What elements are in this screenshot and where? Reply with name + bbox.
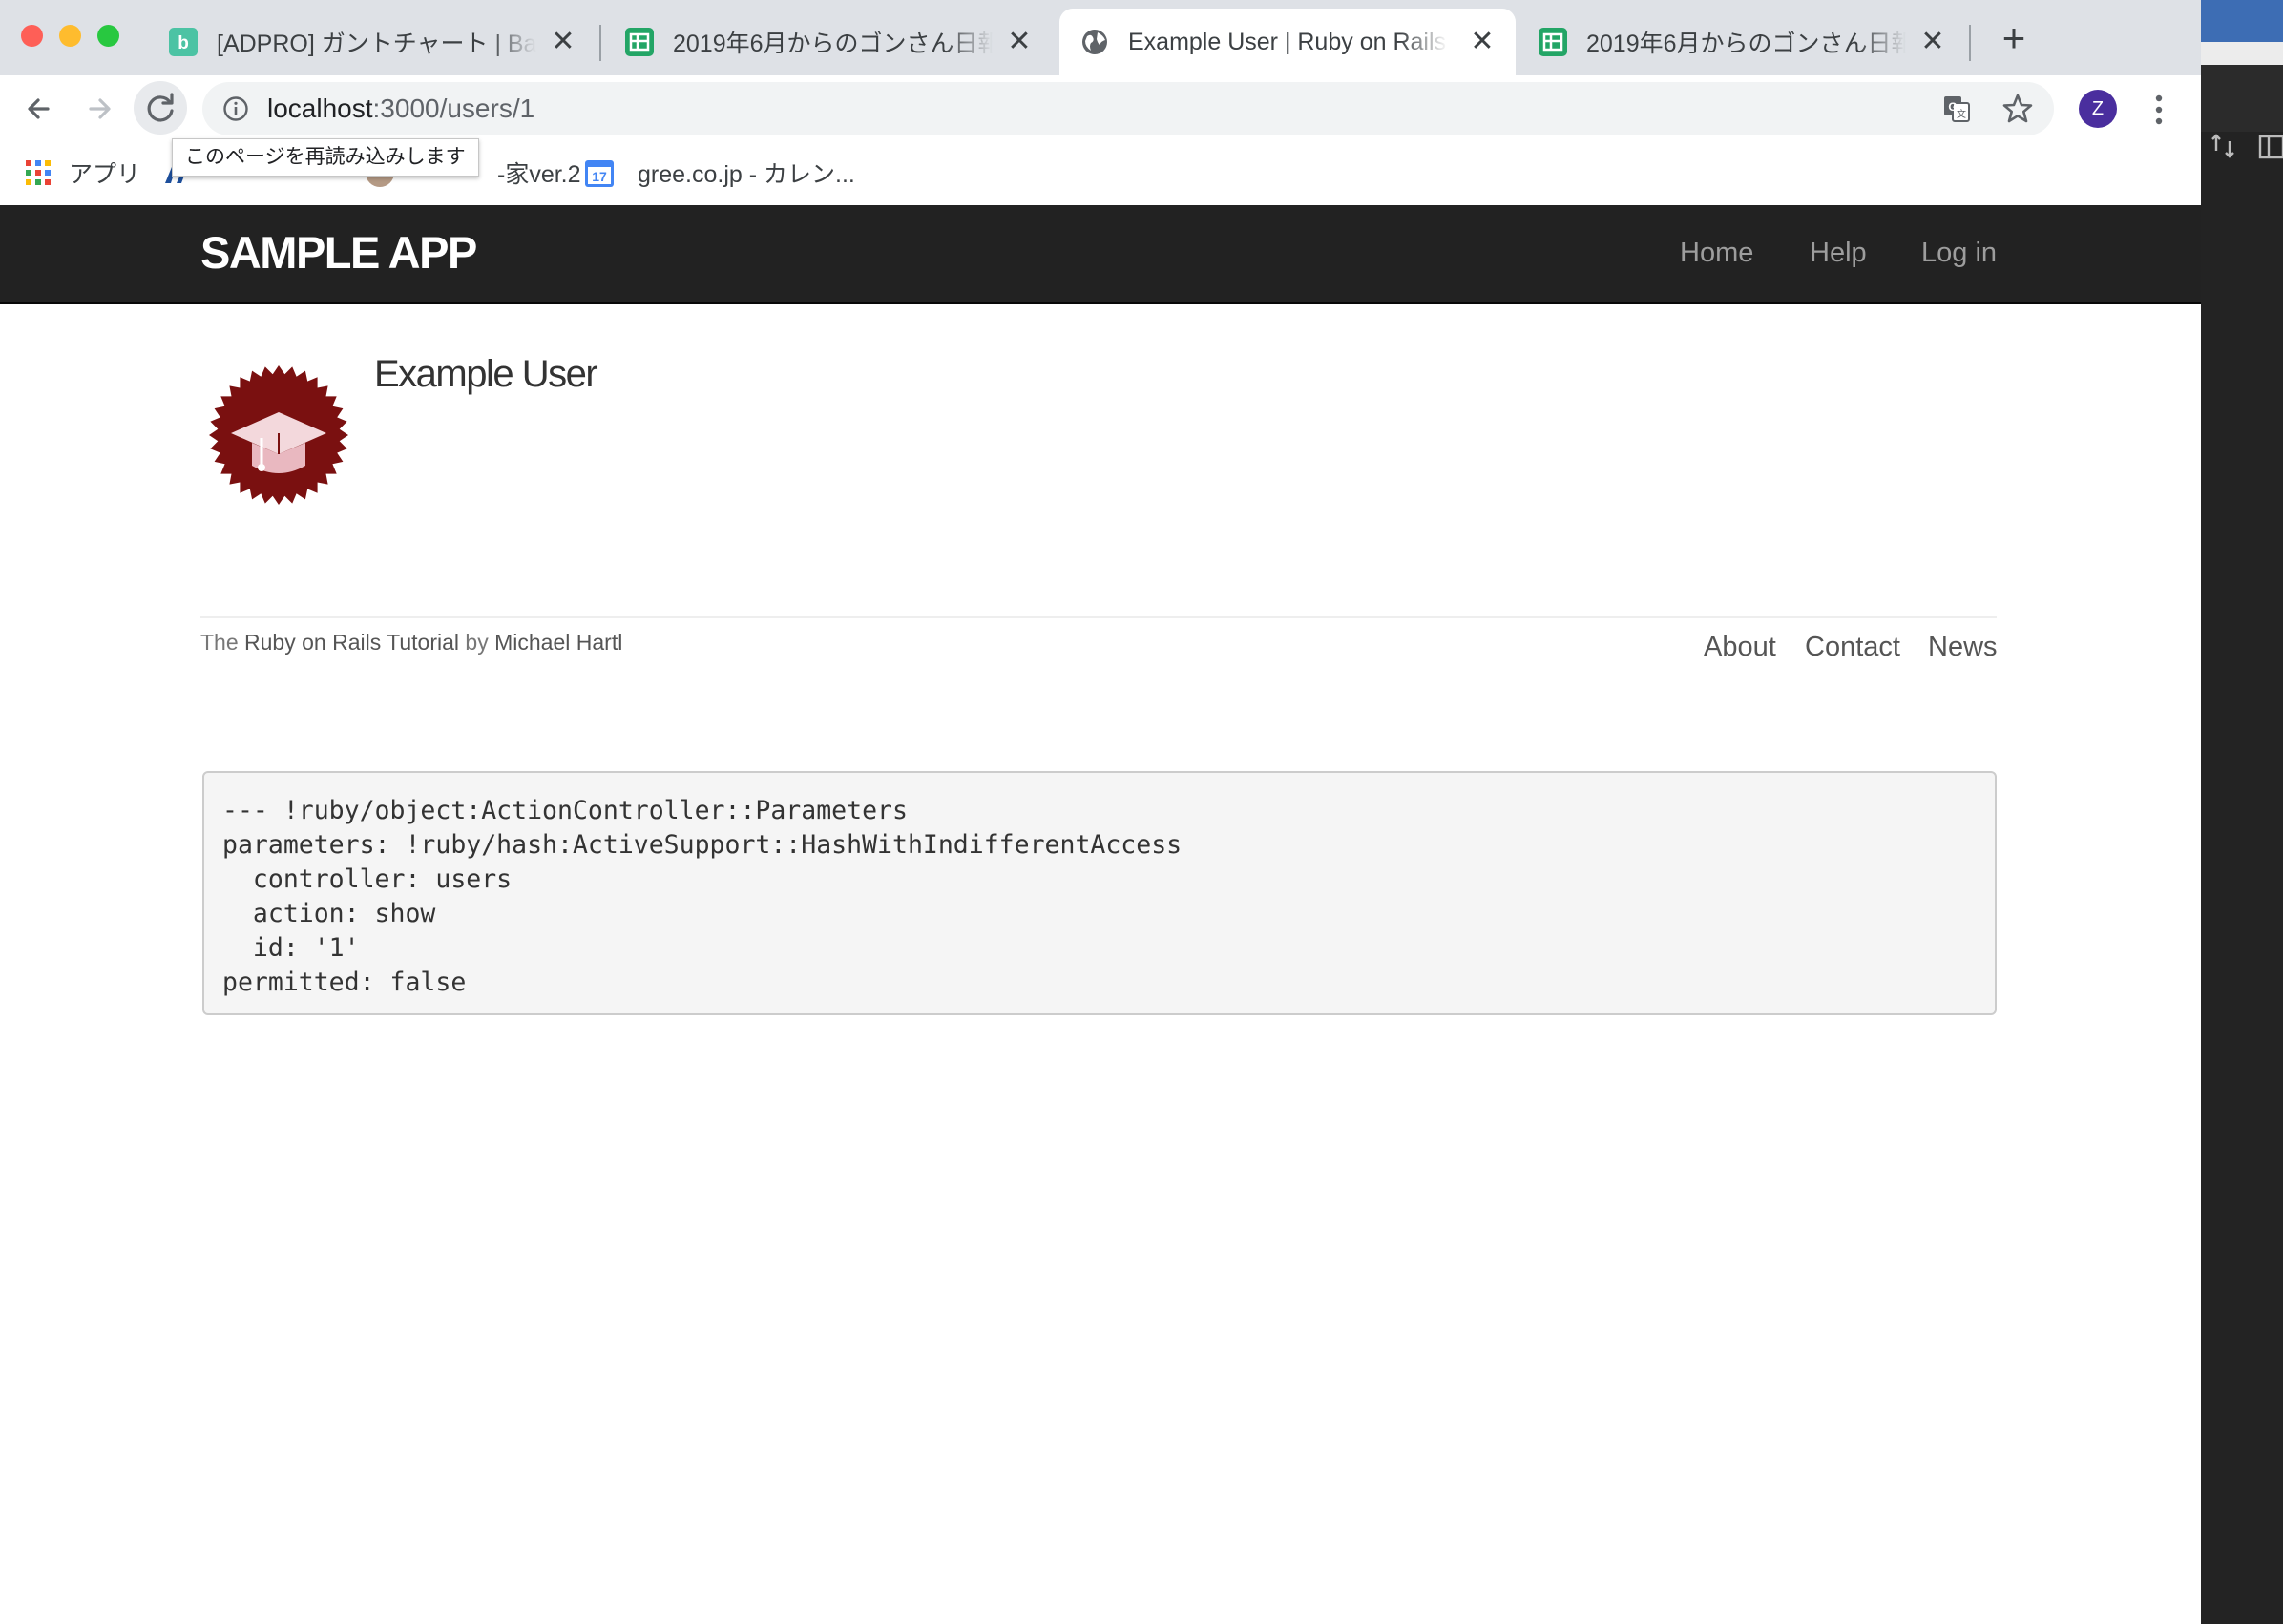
maximize-window-button[interactable] [97,25,119,47]
globe-icon [1080,28,1109,56]
debug-line: action: show [222,899,436,928]
google-sheets-icon [1539,28,1567,56]
browser-window: b [ADPRO] ガントチャート | Backlog ✕ 2019年6月からの… [0,0,2201,1624]
background-window-edge [2201,0,2283,1624]
address-bar[interactable]: localhost:3000/users/1 G文 [202,82,2054,135]
footer-by: by [465,630,489,655]
tab-example-user[interactable]: Example User | Ruby on Rails Tutorial Sa… [1059,9,1516,75]
tab-separator [1969,25,1971,61]
user-gravatar [208,364,349,506]
url-text: localhost:3000/users/1 [267,94,534,124]
git-compare-icon [2209,132,2237,160]
background-window-header [2201,0,2283,42]
user-name-heading: Example User [374,353,598,395]
tab-backlog[interactable]: b [ADPRO] ガントチャート | Backlog ✕ [148,9,597,75]
new-tab-button[interactable]: + [1995,17,2033,59]
menu-kebab-icon[interactable] [2146,91,2172,129]
debug-params-block: --- !ruby/object:ActionController::Param… [202,771,1997,1015]
reload-button[interactable] [134,81,187,135]
debug-line: controller: users [222,864,513,894]
google-sheets-icon [625,28,654,56]
site-navbar: SAMPLE APP Home Help Log in [0,205,2201,304]
bookmark-star-icon[interactable] [2000,92,2035,126]
footer-credit: The Ruby on Rails Tutorial by Michael Ha… [200,630,622,656]
nav-help-link[interactable]: Help [1810,238,1867,269]
close-tab-icon[interactable]: ✕ [1003,26,1036,58]
back-arrow-icon[interactable] [19,89,59,129]
sample-app-logo[interactable]: SAMPLE APP [200,226,477,279]
split-editor-icon [2258,134,2283,160]
reload-tooltip: このページを再読み込みします [172,138,479,177]
nav-login-link[interactable]: Log in [1921,238,1997,269]
nav-home-link[interactable]: Home [1680,238,1753,269]
close-tab-icon[interactable]: ✕ [547,26,579,58]
tutorial-link[interactable]: Ruby on Rails Tutorial [244,630,459,655]
debug-line: id: '1' [222,933,360,963]
profile-avatar[interactable]: Z [2079,90,2117,128]
minimize-window-button[interactable] [59,25,81,47]
debug-line: permitted: false [222,968,467,997]
browser-toolbar: localhost:3000/users/1 G文 Z [0,75,2201,142]
forward-arrow-icon[interactable] [79,89,119,129]
footer-divider [200,616,1997,618]
translate-icon[interactable]: G文 [1941,94,1972,124]
footer-prefix: The [200,630,239,655]
debug-line: --- !ruby/object:ActionController::Param… [222,796,908,825]
debug-line: parameters: !ruby/hash:ActiveSupport::Ha… [222,830,1183,860]
apps-grid-icon [26,160,51,185]
tab-title: 2019年6月からのゴンさん日報 - Google スプレッドシート [673,31,993,57]
tab-strip: b [ADPRO] ガントチャート | Backlog ✕ 2019年6月からの… [0,0,2201,75]
background-window-toolbar [2201,65,2283,132]
bookmark-calendar[interactable]: 17 gree.co.jp - カレン... [584,154,855,192]
url-path: :3000/users/1 [372,94,535,123]
backlog-b-icon: b [169,28,198,56]
svg-text:b: b [178,33,189,53]
svg-text:文: 文 [1957,108,1966,120]
tab-title: [ADPRO] ガントチャート | Backlog [217,31,536,57]
footer-news-link[interactable]: News [1928,632,1998,663]
google-calendar-icon: 17 [585,160,614,187]
bookmark-label: -家ver.2 [497,161,581,188]
tab-separator [599,25,601,61]
graduation-cap-icon [209,365,348,505]
close-tab-icon[interactable]: ✕ [1916,26,1949,58]
footer-contact-link[interactable]: Contact [1805,632,1900,663]
bookmark-apps[interactable]: アプリ [25,154,140,192]
url-host: localhost [267,94,373,123]
tab-title: 2019年6月からのゴンさん日報 - Google スプレッドシート [1586,31,1906,57]
tab-spreadsheet[interactable]: 2019年6月からのゴンさん日報 - Google スプレッドシート ✕ [604,9,1053,75]
tab-title: Example User | Ruby on Rails Tutorial Sa… [1128,28,1448,55]
bookmark-label: アプリ [69,161,141,188]
footer-about-link[interactable]: About [1704,632,1776,663]
author-link[interactable]: Michael Hartl [494,630,622,655]
close-tab-icon[interactable]: ✕ [1466,26,1498,58]
tab-spreadsheet-2[interactable]: 2019年6月からのゴンさん日報 - Google スプレッドシート ✕ [1518,9,1966,75]
bookmark-label: gree.co.jp - カレン... [638,161,855,188]
close-window-button[interactable] [21,25,43,47]
background-window-titlebar [2201,42,2283,65]
svg-text:17: 17 [592,169,607,184]
site-info-icon[interactable] [221,94,250,123]
reload-icon [147,93,174,122]
